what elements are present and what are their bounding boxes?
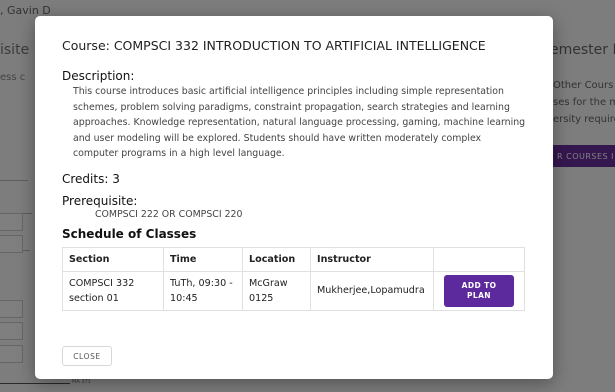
column-header-location: Location bbox=[242, 246, 311, 272]
schedule-table: Section Time Location Instructor COMPSCI… bbox=[62, 246, 525, 311]
table-row: COMPSCI 332 section 01 TuTh, 09:30 - 10:… bbox=[62, 270, 525, 311]
course-credits: Credits: 3 bbox=[62, 171, 120, 186]
description-label: Description: bbox=[62, 69, 135, 83]
prerequisite-text: COMPSCI 222 OR COMPSCI 220 bbox=[95, 208, 243, 220]
course-title: Course: COMPSCI 332 INTRODUCTION TO ARTI… bbox=[62, 38, 486, 53]
schedule-title: Schedule of Classes bbox=[62, 226, 197, 241]
cell-instructor: Mukherjee,Lopamudra bbox=[310, 270, 434, 311]
column-header-time: Time bbox=[163, 246, 243, 272]
add-to-plan-button[interactable]: ADD TO PLAN bbox=[444, 274, 514, 307]
column-header-action bbox=[433, 246, 525, 272]
prerequisite-label: Prerequisite: bbox=[62, 193, 138, 208]
cell-time: TuTh, 09:30 - 10:45 bbox=[163, 270, 243, 311]
course-description: This course introduces basic artificial … bbox=[73, 86, 526, 160]
column-header-instructor: Instructor bbox=[310, 246, 434, 272]
cell-action: ADD TO PLAN bbox=[433, 270, 525, 311]
course-details-modal: Course: COMPSCI 332 INTRODUCTION TO ARTI… bbox=[35, 16, 553, 379]
cell-section: COMPSCI 332 section 01 bbox=[62, 270, 164, 311]
table-header-row: Section Time Location Instructor bbox=[62, 246, 525, 272]
close-button[interactable]: CLOSE bbox=[62, 346, 112, 366]
cell-location: McGraw 0125 bbox=[242, 270, 311, 311]
column-header-section: Section bbox=[62, 246, 164, 272]
